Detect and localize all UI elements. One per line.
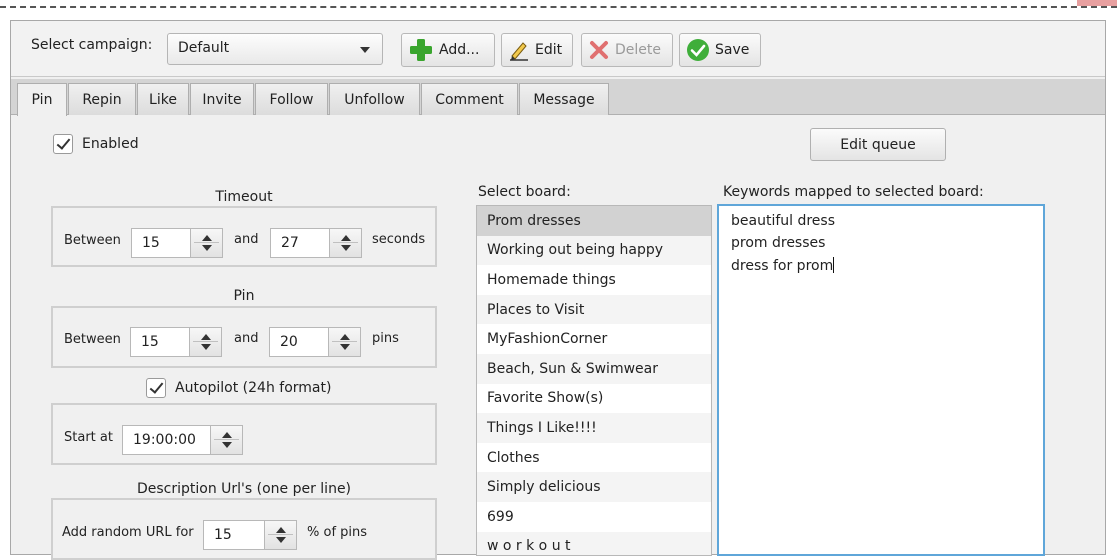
delete-campaign-button[interactable]: Delete [581,33,673,67]
edit-campaign-button[interactable]: Edit [501,33,573,67]
spinner-arrows-icon[interactable] [329,229,361,257]
campaign-select-value: Default [178,40,230,56]
keyword-line: prom dresses [731,235,826,251]
list-item[interactable]: MyFashionCorner [477,324,711,354]
keyword-line-text: dress for prom [731,258,834,274]
random-url-unit-label: % of pins [307,525,368,540]
checkmark-icon [687,39,709,61]
select-board-label: Select board: [478,184,571,200]
start-time-spinner[interactable]: 19:00:00 [122,425,243,455]
autopilot-checkbox[interactable] [146,378,166,398]
timeout-max-spinner[interactable]: 27 [270,228,362,258]
pin-max-spinner[interactable]: 20 [269,327,361,357]
configure-account-window: Select campaign: Default Add... Edit Del… [10,20,1106,560]
list-item[interactable]: Places to Visit [477,294,711,325]
window-title-strip [0,0,1117,8]
delete-button-label: Delete [615,42,661,58]
campaign-toolbar: Select campaign: Default Add... Edit Del… [11,21,1105,77]
list-item[interactable]: Clothes [477,443,711,473]
spinner-arrows-icon[interactable] [190,229,222,257]
window-close-button[interactable] [1077,0,1117,6]
campaign-select[interactable]: Default [167,33,383,65]
list-item[interactable]: Beach, Sun & Swimwear [477,353,711,384]
start-at-label: Start at [64,430,113,445]
edit-button-label: Edit [535,42,563,58]
tab-comment[interactable]: Comment [421,83,518,115]
enabled-label: Enabled [82,136,139,152]
keywords-textarea[interactable]: beautiful dress prom dresses dress for p… [717,204,1045,556]
timeout-title: Timeout [215,189,273,205]
spinner-arrows-icon[interactable] [189,328,221,356]
enabled-checkbox[interactable] [53,134,73,154]
keyword-line-last: dress for prom [731,257,835,274]
pin-min-spinner[interactable]: 15 [130,327,222,357]
spinner-arrows-icon[interactable] [328,328,360,356]
pin-and-label: and [234,331,259,346]
timeout-unit-label: seconds [372,232,426,247]
list-item[interactable]: Homemade things [477,265,711,295]
add-button-label: Add... [439,42,480,58]
list-item[interactable]: Simply delicious [477,472,711,502]
pin-min-value: 15 [141,334,159,350]
autopilot-label: Autopilot (24h format) [175,380,332,396]
pin-max-value: 20 [280,334,298,350]
timeout-min-value: 15 [142,235,160,251]
start-time-value: 19:00:00 [133,432,196,448]
list-item[interactable]: 699 [477,502,711,532]
action-tabs: Pin Repin Like Invite Follow Unfollow Co… [11,79,1105,116]
timeout-min-spinner[interactable]: 15 [131,228,223,258]
list-item[interactable]: Prom dresses [477,206,711,236]
autopilot-group: Start at 19:00:00 [51,403,437,465]
spinner-arrows-icon[interactable] [210,426,242,454]
random-url-spinner[interactable]: 15 [203,520,297,550]
keywords-label: Keywords mapped to selected board: [723,184,984,200]
save-button-label: Save [715,42,750,58]
tab-pin[interactable]: Pin [17,83,67,116]
text-caret [833,257,835,273]
pin-title: Pin [233,288,255,304]
tab-follow[interactable]: Follow [255,83,328,115]
random-url-value: 15 [214,527,232,543]
spinner-arrows-icon[interactable] [264,521,296,549]
add-campaign-button[interactable]: Add... [401,33,495,67]
timeout-max-value: 27 [281,235,299,251]
list-item[interactable]: w o r k o u t [477,531,711,555]
tab-repin[interactable]: Repin [68,83,136,115]
description-urls-group: Add random URL for 15 % of pins [51,498,437,560]
save-campaign-button[interactable]: Save [679,33,761,67]
chevron-down-icon [360,47,370,53]
board-list: Prom dresses Working out being happy Hom… [476,205,712,556]
pin-between-label: Between [64,332,121,347]
random-url-label: Add random URL for [62,525,194,540]
list-item[interactable]: Favorite Show(s) [477,384,711,414]
description-urls-title: Description Url's (one per line) [136,481,352,497]
edit-queue-button[interactable]: Edit queue [810,128,946,161]
timeout-between-label: Between [64,233,121,248]
pin-count-group: Between 15 and 20 pins [51,306,437,368]
timeout-group: Between 15 and 27 seconds [51,206,437,267]
campaign-label: Select campaign: [31,37,153,53]
list-item[interactable]: Working out being happy [477,235,711,266]
plus-icon [410,39,432,61]
tab-message[interactable]: Message [519,83,609,115]
pencil-icon [510,42,528,61]
tab-unfollow[interactable]: Unfollow [329,83,420,115]
keyword-line: beautiful dress [731,213,836,229]
list-item[interactable]: Things I Like!!!! [477,413,711,443]
pin-unit-label: pins [372,331,399,346]
tab-invite[interactable]: Invite [190,83,254,115]
delete-x-icon [590,41,608,59]
tab-like[interactable]: Like [137,83,189,115]
timeout-and-label: and [234,232,259,247]
